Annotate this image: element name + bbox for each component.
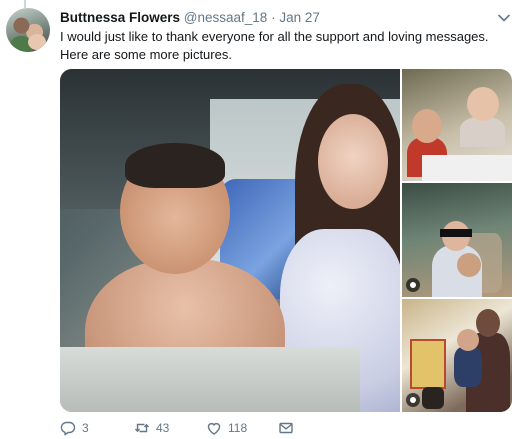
thumb1-tray (422, 155, 512, 181)
heart-icon (207, 422, 221, 435)
thumb3-child-head (457, 329, 479, 351)
author-name[interactable]: Buttnessa Flowers (60, 10, 180, 25)
photo-girl-face (318, 114, 388, 209)
retweet-button[interactable]: 43 (134, 420, 169, 436)
thumb1-child-head (412, 109, 442, 143)
direct-message-button[interactable] (278, 420, 294, 436)
retweet-icon (134, 423, 150, 433)
thumb3-bag (422, 387, 444, 409)
thumb3-child-body (454, 347, 482, 387)
photo-tray (60, 347, 360, 412)
header-separator: · (271, 10, 276, 25)
photo-thumbnail-2[interactable] (402, 183, 512, 297)
like-count: 118 (228, 421, 248, 435)
thumb2-baby-head (457, 253, 481, 277)
chevron-down-icon[interactable] (497, 11, 511, 25)
reply-button[interactable]: 3 (60, 420, 89, 436)
thumb3-easel (410, 339, 446, 389)
thumb1-baby-body (460, 117, 505, 147)
tweet-header: Buttnessa Flowers @nessaaf_18 · Jan 27 (60, 9, 320, 27)
reply-icon (60, 421, 76, 436)
author-handle[interactable]: @nessaaf_18 (184, 10, 268, 25)
envelope-icon (279, 422, 293, 434)
photo-main[interactable] (60, 69, 400, 412)
thumb1-baby-head (467, 87, 499, 121)
photo-badge-icon (406, 278, 420, 292)
tweet-text: I would just like to thank everyone for … (60, 29, 489, 62)
like-button[interactable]: 118 (206, 420, 247, 436)
avatar-figure-baby (28, 34, 46, 50)
thumb3-adult-head (476, 309, 500, 337)
reply-count: 3 (82, 421, 89, 435)
photo-baby-hair (125, 143, 225, 188)
photo-thumbnail-1[interactable] (402, 69, 512, 181)
avatar[interactable] (6, 8, 50, 52)
photo-badge-icon (406, 393, 420, 407)
tweet-date[interactable]: Jan 27 (279, 10, 320, 25)
thread-connector-line (24, 0, 26, 8)
thumb2-censor-bar (440, 229, 472, 237)
media-grid (60, 69, 512, 412)
retweet-count: 43 (156, 421, 170, 435)
photo-thumbnail-3[interactable] (402, 299, 512, 412)
